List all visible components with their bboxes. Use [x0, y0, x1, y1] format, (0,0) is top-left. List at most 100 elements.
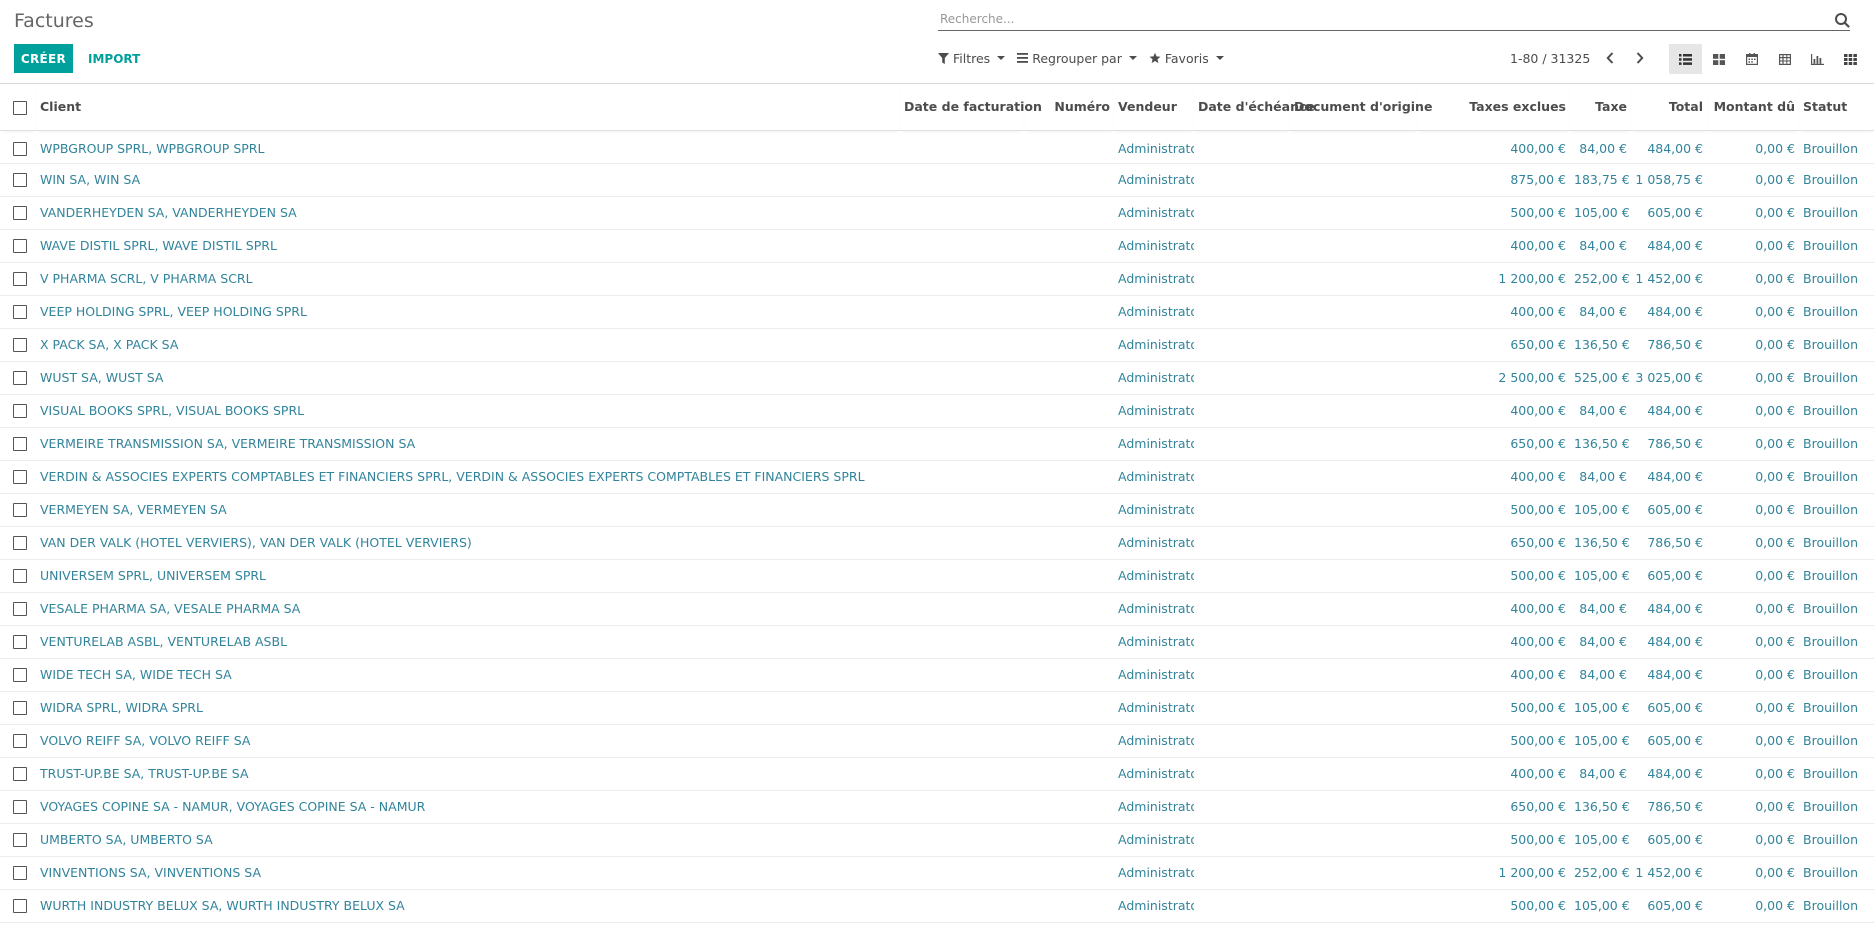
cell-salesperson[interactable]: Administrator	[1114, 724, 1194, 758]
cell-source-document[interactable]	[1290, 592, 1418, 626]
cell-salesperson[interactable]: Administrator	[1114, 295, 1194, 329]
cell-invoice-date[interactable]	[900, 361, 1024, 395]
cell-invoice-date[interactable]	[900, 559, 1024, 593]
cell-source-document[interactable]	[1290, 361, 1418, 395]
cell-invoice-date[interactable]	[900, 691, 1024, 725]
cell-client[interactable]: WPBGROUP SPRL, WPBGROUP SPRL	[36, 130, 900, 164]
cell-total[interactable]: 484,00 €	[1631, 658, 1707, 692]
cell-due-date[interactable]	[1194, 361, 1290, 395]
cell-due-date[interactable]	[1194, 658, 1290, 692]
cell-source-document[interactable]	[1290, 757, 1418, 791]
table-row[interactable]: WUST SA, WUST SA Administrator 2 500,00 €5…	[0, 361, 1874, 395]
table-row[interactable]: TRUST-UP.BE SA, TRUST-UP.BE SA Administra…	[0, 757, 1874, 791]
cell-status[interactable]: Brouillon	[1799, 262, 1874, 296]
cell-invoice-date[interactable]	[900, 856, 1024, 890]
graph-view-button[interactable]	[1801, 44, 1834, 74]
cell-tax[interactable]: 252,00 €	[1570, 262, 1631, 296]
cell-client[interactable]: V PHARMA SCRL, V PHARMA SCRL	[36, 262, 900, 296]
cell-status[interactable]: Brouillon	[1799, 724, 1874, 758]
groupby-dropdown[interactable]: Regrouper par	[1017, 51, 1137, 66]
cell-source-document[interactable]	[1290, 493, 1418, 527]
cell-client[interactable]: X PACK SA, X PACK SA	[36, 328, 900, 362]
cell-untaxed[interactable]: 400,00 €	[1418, 658, 1570, 692]
cell-tax[interactable]: 105,00 €	[1570, 691, 1631, 725]
cell-tax[interactable]: 105,00 €	[1570, 493, 1631, 527]
cell-invoice-date[interactable]	[900, 229, 1024, 263]
cell-source-document[interactable]	[1290, 262, 1418, 296]
cell-untaxed[interactable]: 400,00 €	[1418, 394, 1570, 428]
row-checkbox[interactable]	[13, 734, 27, 749]
row-checkbox[interactable]	[13, 668, 27, 683]
cell-amount-due[interactable]: 0,00 €	[1707, 559, 1799, 593]
calendar-view-button[interactable]	[1735, 44, 1768, 74]
cell-invoice-date[interactable]	[900, 130, 1024, 164]
cell-source-document[interactable]	[1290, 658, 1418, 692]
cell-number[interactable]	[1024, 823, 1114, 857]
cell-salesperson[interactable]: Administrator	[1114, 163, 1194, 197]
row-checkbox[interactable]	[13, 569, 27, 584]
cell-invoice-date[interactable]	[900, 196, 1024, 230]
cell-tax[interactable]: 84,00 €	[1570, 130, 1631, 164]
cell-due-date[interactable]	[1194, 460, 1290, 494]
cell-source-document[interactable]	[1290, 526, 1418, 560]
cell-untaxed[interactable]: 500,00 €	[1418, 889, 1570, 923]
cell-tax[interactable]: 84,00 €	[1570, 592, 1631, 626]
cell-status[interactable]: Brouillon	[1799, 757, 1874, 791]
cell-due-date[interactable]	[1194, 163, 1290, 197]
cell-number[interactable]	[1024, 394, 1114, 428]
cell-due-date[interactable]	[1194, 262, 1290, 296]
cell-salesperson[interactable]: Administrator	[1114, 823, 1194, 857]
cell-untaxed[interactable]: 500,00 €	[1418, 691, 1570, 725]
cell-salesperson[interactable]: Administrator	[1114, 658, 1194, 692]
column-header-tax[interactable]: Taxe	[1570, 84, 1631, 131]
column-header-status[interactable]: Statut	[1799, 84, 1874, 131]
cell-amount-due[interactable]: 0,00 €	[1707, 790, 1799, 824]
cell-invoice-date[interactable]	[900, 658, 1024, 692]
column-header-invoice-date[interactable]: Date de facturation	[900, 84, 1042, 131]
cell-status[interactable]: Brouillon	[1799, 460, 1874, 494]
cell-salesperson[interactable]: Administrator	[1114, 196, 1194, 230]
cell-salesperson[interactable]: Administrator	[1114, 460, 1194, 494]
cell-due-date[interactable]	[1194, 493, 1290, 527]
cell-invoice-date[interactable]	[900, 163, 1024, 197]
cell-tax[interactable]: 84,00 €	[1570, 460, 1631, 494]
column-header-client[interactable]: Client	[36, 84, 900, 131]
table-row[interactable]: WIDRA SPRL, WIDRA SPRL Administrator 500,0…	[0, 691, 1874, 725]
cell-source-document[interactable]	[1290, 823, 1418, 857]
row-checkbox[interactable]	[13, 239, 27, 254]
cell-tax[interactable]: 105,00 €	[1570, 823, 1631, 857]
row-checkbox[interactable]	[13, 536, 27, 551]
table-row[interactable]: VINVENTIONS SA, VINVENTIONS SA Administra…	[0, 856, 1874, 890]
cell-client[interactable]: VOYAGES COPINE SA - NAMUR, VOYAGES COPIN…	[36, 790, 900, 824]
cell-untaxed[interactable]: 1 200,00 €	[1418, 856, 1570, 890]
pager-next-button[interactable]	[1630, 48, 1650, 68]
cell-source-document[interactable]	[1290, 427, 1418, 461]
cell-untaxed[interactable]: 400,00 €	[1418, 295, 1570, 329]
cell-status[interactable]: Brouillon	[1799, 196, 1874, 230]
cell-status[interactable]: Brouillon	[1799, 856, 1874, 890]
row-checkbox[interactable]	[13, 866, 27, 881]
cell-invoice-date[interactable]	[900, 295, 1024, 329]
cell-salesperson[interactable]: Administrator	[1114, 229, 1194, 263]
cell-untaxed[interactable]: 875,00 €	[1418, 163, 1570, 197]
cell-invoice-date[interactable]	[900, 823, 1024, 857]
table-row[interactable]: VOLVO REIFF SA, VOLVO REIFF SA Administra…	[0, 724, 1874, 758]
cell-total[interactable]: 1 452,00 €	[1631, 856, 1707, 890]
column-header-salesperson[interactable]: Vendeur	[1114, 84, 1194, 131]
cell-total[interactable]: 605,00 €	[1631, 724, 1707, 758]
cell-tax[interactable]: 525,00 €	[1570, 361, 1631, 395]
cell-source-document[interactable]	[1290, 328, 1418, 362]
cell-due-date[interactable]	[1194, 328, 1290, 362]
cell-source-document[interactable]	[1290, 889, 1418, 923]
cell-total[interactable]: 484,00 €	[1631, 460, 1707, 494]
column-header-amount-due[interactable]: Montant dû	[1707, 84, 1799, 131]
cell-client[interactable]: TRUST-UP.BE SA, TRUST-UP.BE SA	[36, 757, 900, 791]
cell-status[interactable]: Brouillon	[1799, 427, 1874, 461]
cell-status[interactable]: Brouillon	[1799, 493, 1874, 527]
cell-amount-due[interactable]: 0,00 €	[1707, 295, 1799, 329]
table-row[interactable]: V PHARMA SCRL, V PHARMA SCRL Administrato…	[0, 262, 1874, 296]
cell-tax[interactable]: 105,00 €	[1570, 724, 1631, 758]
cell-due-date[interactable]	[1194, 196, 1290, 230]
cell-total[interactable]: 1 452,00 €	[1631, 262, 1707, 296]
cell-invoice-date[interactable]	[900, 724, 1024, 758]
